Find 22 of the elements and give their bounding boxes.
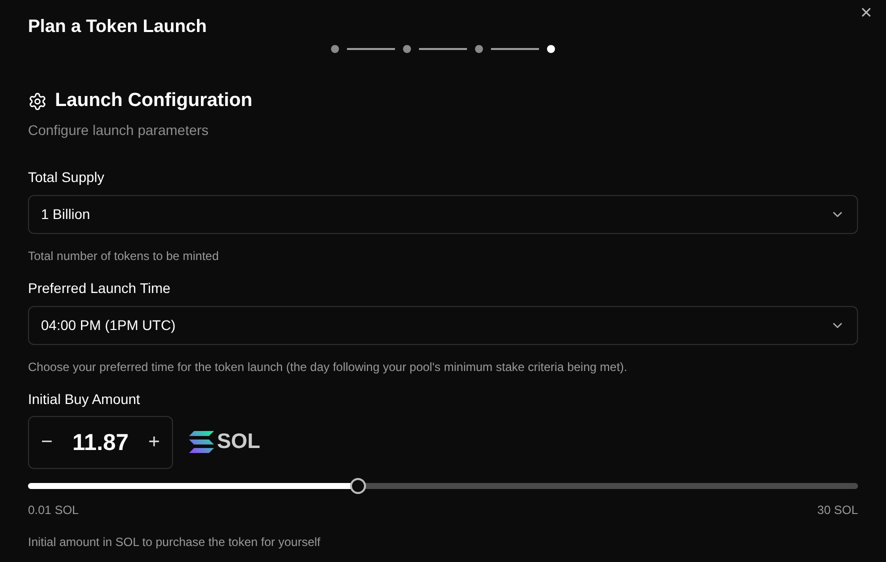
field-help: Choose your preferred time for the token launch (the day following your pool's minimum stake criteria being met). — [28, 358, 628, 376]
field-label: Initial Buy Amount — [28, 390, 142, 409]
amount-value: 11.87 — [72, 428, 129, 457]
field-label: Preferred Launch Time — [28, 278, 172, 298]
select-field[interactable]: 04:00 PM (1PM UTC) — [28, 306, 858, 344]
min-label: 0.01 SOL — [28, 502, 79, 518]
dialog-title: Plan a Token Launch — [28, 14, 207, 38]
field-label: Total Supply — [28, 168, 106, 186]
field-help: Total number of tokens to be minted — [28, 248, 220, 264]
currency-label: SOL — [217, 429, 260, 456]
slider-thumb[interactable] — [350, 478, 366, 494]
section-title: Launch Configuration — [55, 89, 252, 113]
decrement-button[interactable]: − — [41, 427, 53, 457]
increment-button[interactable]: + — [148, 427, 160, 457]
max-label: 30 SOL — [817, 502, 858, 518]
amount-slider[interactable] — [28, 478, 858, 494]
solana-logo-icon — [189, 431, 214, 453]
section-description: Configure launch parameters — [28, 120, 210, 140]
close-button[interactable]: × — [860, 3, 872, 23]
field-help: Initial amount in SOL to purchase the token for yourself — [28, 534, 322, 550]
select-field[interactable]: 1 Billion — [28, 194, 858, 234]
settings-icon — [28, 92, 47, 111]
